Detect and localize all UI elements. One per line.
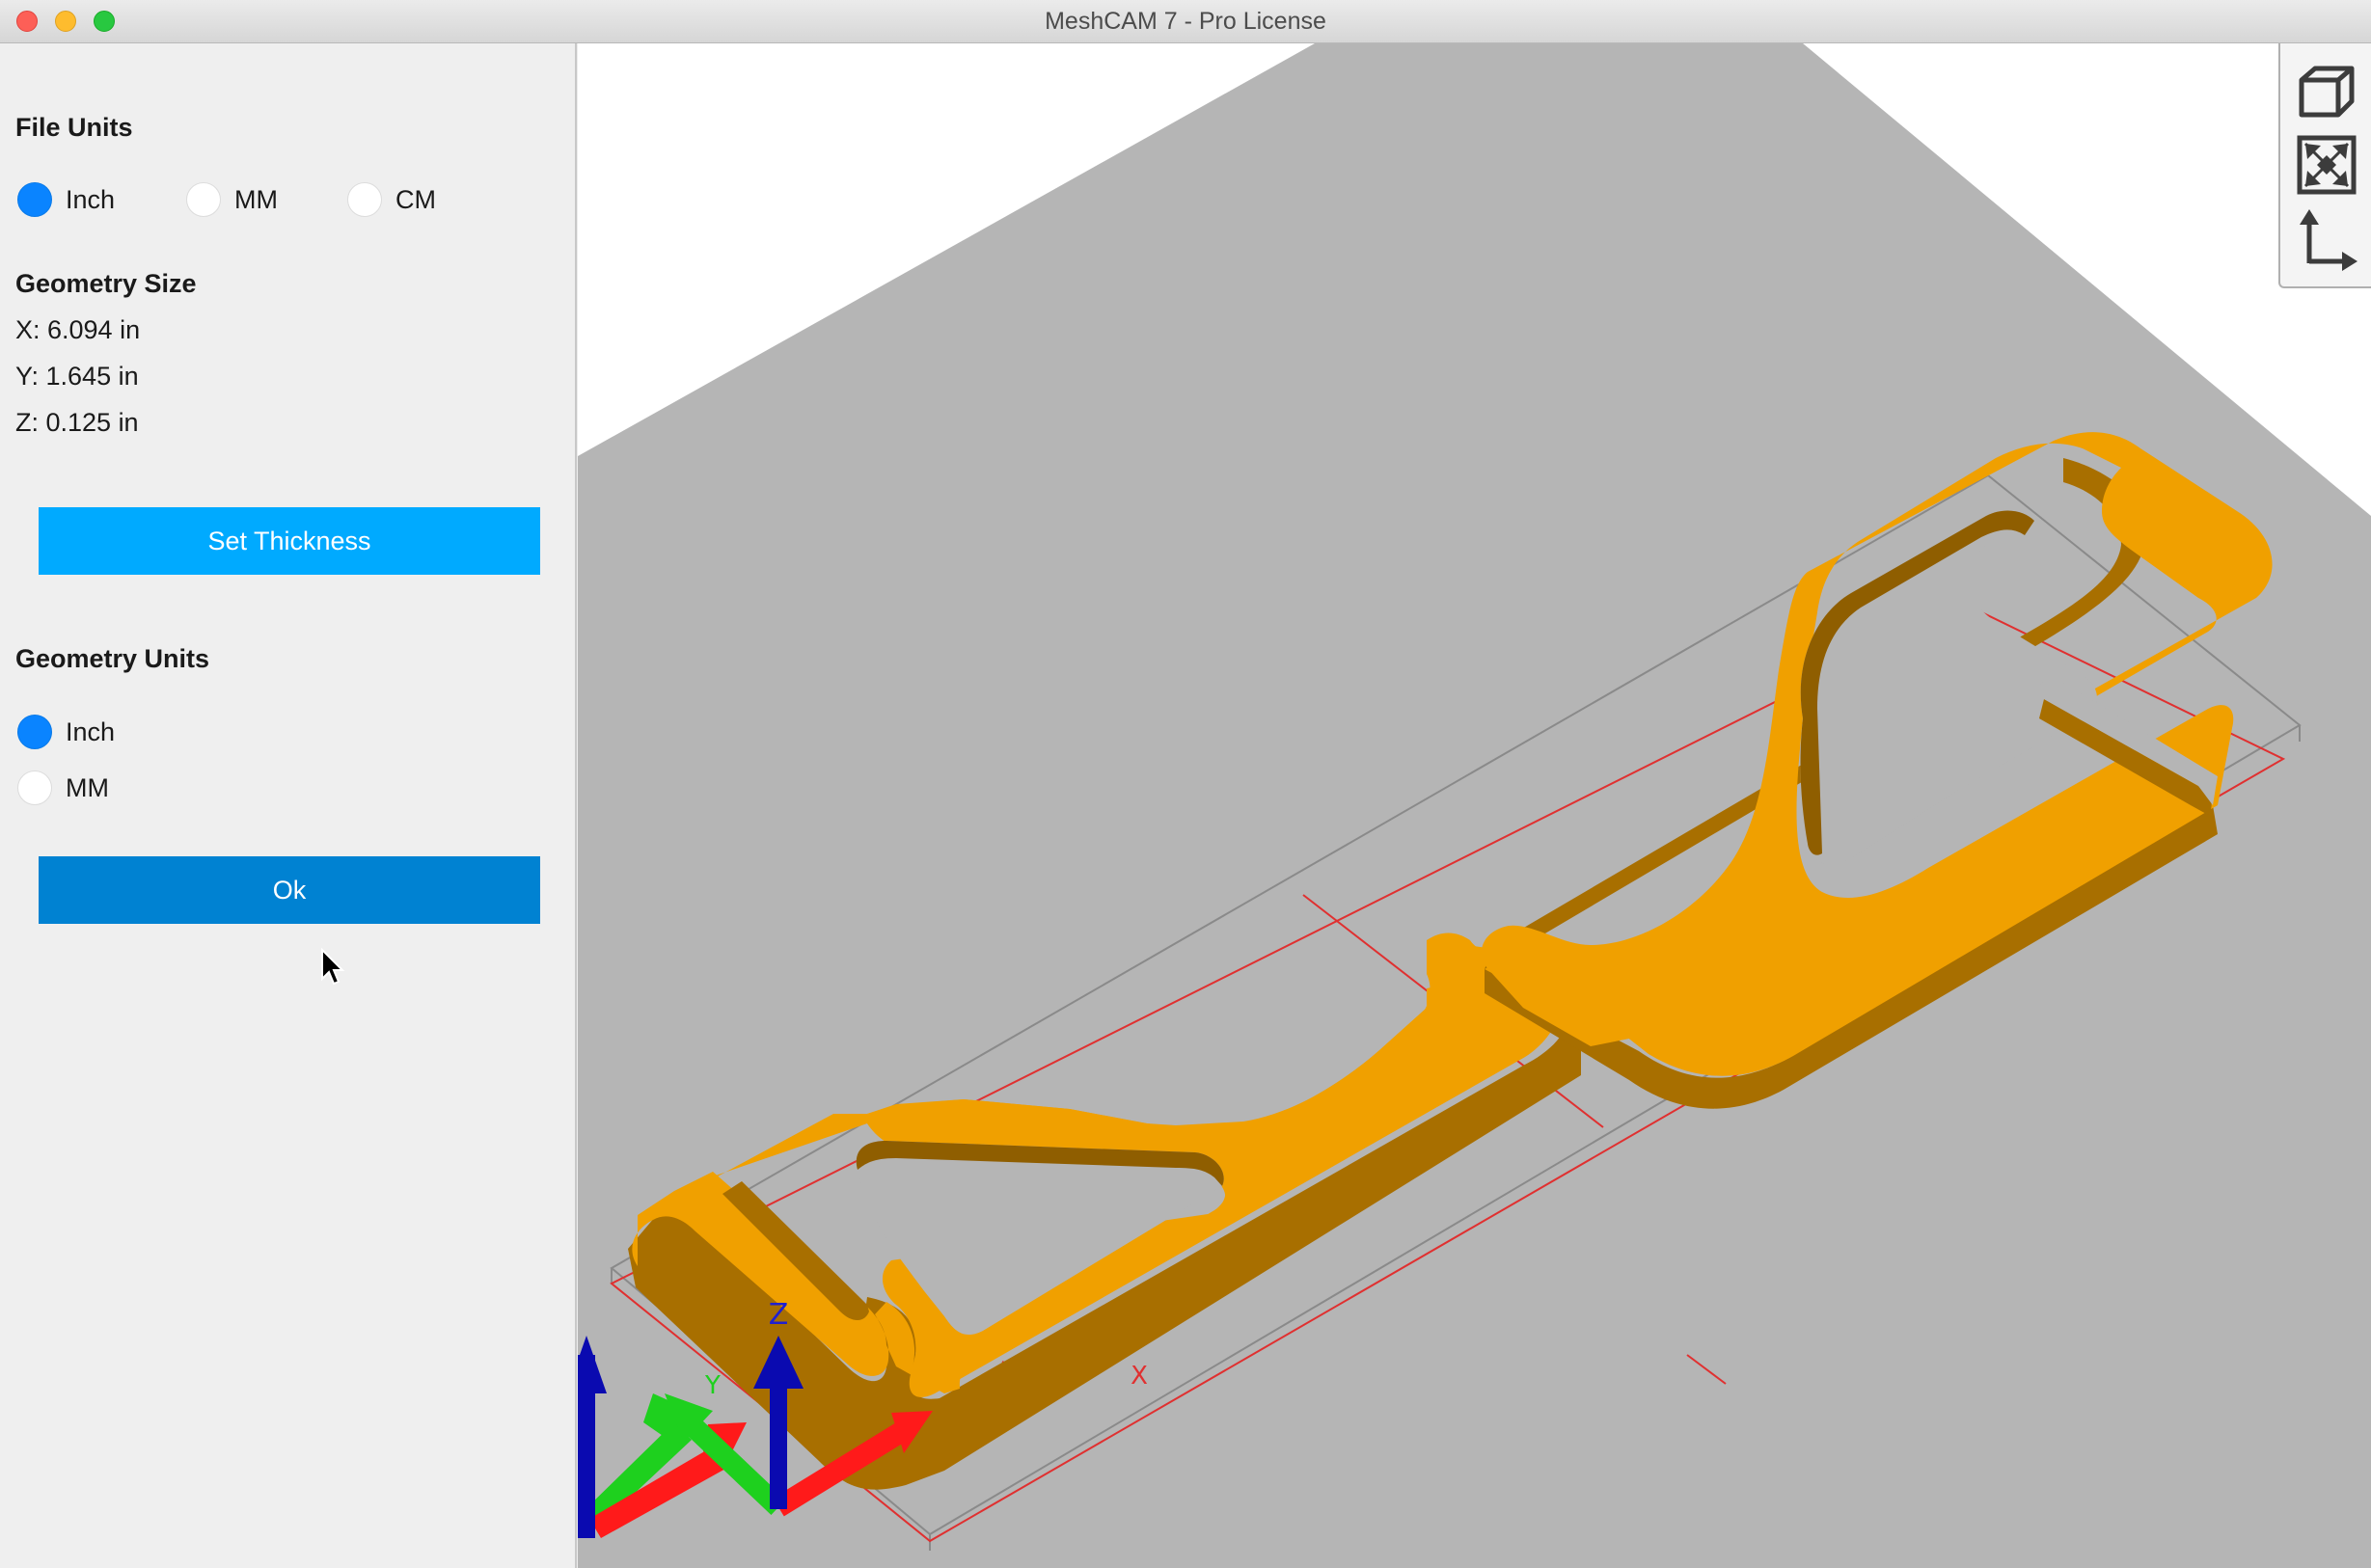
x-axis-label: X <box>1131 1362 1148 1391</box>
radio-selected-indicator <box>17 715 52 749</box>
cube-view-icon[interactable] <box>2294 59 2359 124</box>
axis-triad-overlay: Z Y X <box>665 1298 1148 1517</box>
radio-label: Inch <box>66 716 116 746</box>
z-axis-label: Z <box>769 1298 789 1332</box>
geometry-size-y: Y: 1.645 in <box>15 362 139 391</box>
set-thickness-button[interactable]: Set Thickness <box>39 507 540 575</box>
radio-label: Inch <box>66 184 116 214</box>
zoom-fit-icon[interactable] <box>2294 132 2359 198</box>
file-units-cm-radio[interactable]: CM <box>347 180 436 219</box>
radio-indicator <box>347 182 382 217</box>
radio-label: CM <box>395 184 436 214</box>
radio-indicator <box>186 182 221 217</box>
geometry-units-mm-radio[interactable]: MM <box>17 769 109 807</box>
radio-selected-indicator <box>17 182 52 217</box>
geometry-units-heading: Geometry Units <box>15 644 210 673</box>
geometry-size-x: X: 6.094 in <box>15 315 141 344</box>
window-title: MeshCAM 7 - Pro License <box>1045 8 1326 35</box>
view-toolbar <box>2278 43 2371 288</box>
file-units-inch-radio[interactable]: Inch <box>17 180 115 219</box>
radio-indicator <box>17 770 52 805</box>
mouse-pointer-icon <box>321 948 345 986</box>
ok-button[interactable]: Ok <box>39 856 540 924</box>
geometry-size-heading: Geometry Size <box>15 269 197 298</box>
geometry-units-inch-radio[interactable]: Inch <box>17 713 115 751</box>
radio-label: MM <box>66 772 109 802</box>
geometry-size-z: Z: 0.125 in <box>15 408 139 437</box>
3d-viewport[interactable]: Z Y X <box>578 43 2371 1568</box>
file-units-mm-radio[interactable]: MM <box>186 180 278 219</box>
axis-orientation-icon[interactable] <box>2294 207 2359 273</box>
y-axis-label: Y <box>704 1371 721 1400</box>
file-units-heading: File Units <box>15 113 133 142</box>
title-bar: MeshCAM 7 - Pro License <box>0 0 2371 43</box>
units-panel: File Units Inch MM CM Geometry Size X: 6… <box>0 43 577 1568</box>
radio-label: MM <box>234 184 278 214</box>
